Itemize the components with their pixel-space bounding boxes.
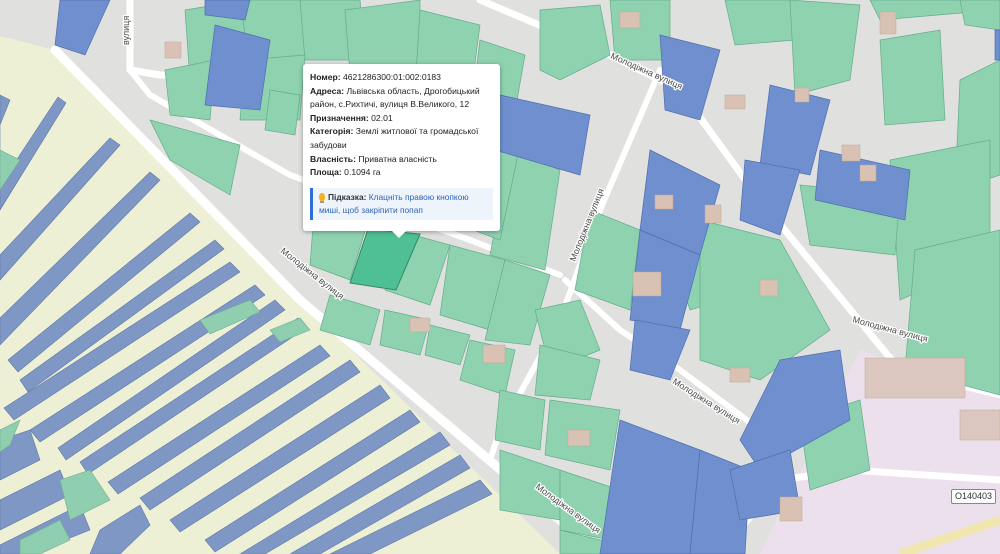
category-label: Категорія: <box>310 126 354 137</box>
number-label: Номер: <box>310 72 341 82</box>
cadastral-map[interactable]: вулиця Молодіжна вулиця Молодіжна вулиця… <box>0 0 1000 554</box>
lightbulb-icon <box>319 192 325 203</box>
popup-pointer <box>390 229 408 238</box>
purpose-row: Призначення: 02.01 <box>310 112 493 126</box>
purpose-label: Призначення: <box>310 112 369 123</box>
area-value[interactable]: 0.1094 га <box>344 167 380 177</box>
purpose-value[interactable]: 02.01 <box>371 113 393 123</box>
street-label-vulytsia: вулиця <box>121 16 131 45</box>
area-row: Площа: 0.1094 га <box>310 166 493 180</box>
address-row: Адреса: Львівська область, Дрогобицький … <box>310 85 493 112</box>
parcel-info-popup[interactable]: Номер: 4621286300:01:002:0183 Адреса: Ль… <box>303 64 500 231</box>
ownership-row: Власність: Приватна власність <box>310 153 493 167</box>
number-row: Номер: 4621286300:01:002:0183 <box>310 71 493 85</box>
area-label: Площа: <box>310 167 342 178</box>
number-value[interactable]: 4621286300:01:002:0183 <box>343 72 441 82</box>
ownership-value[interactable]: Приватна власність <box>358 154 437 164</box>
hint-label: Підказка: <box>328 191 367 202</box>
hint-box: Підказка: Клацніть правою кнопкою миші, … <box>310 187 493 220</box>
category-row: Категорія: Землі житлової та громадської… <box>310 125 493 152</box>
address-label: Адреса: <box>310 85 345 96</box>
road-ref-badge: O140403 <box>951 489 997 504</box>
ownership-label: Власність: <box>310 153 356 164</box>
